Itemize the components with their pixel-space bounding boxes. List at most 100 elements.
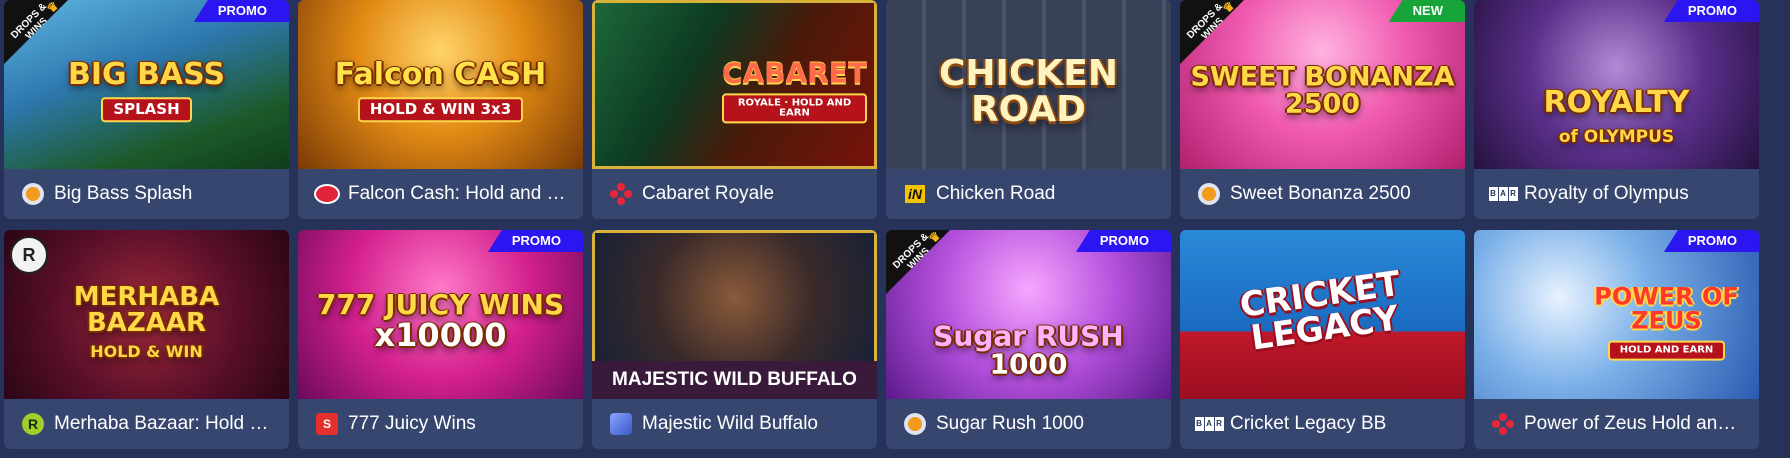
game-card-sugar-rush-1000[interactable]: ♛ DROPS & WINS PROMO Sugar RUSH 1000 Sugar… (886, 230, 1171, 449)
game-name: Cricket Legacy BB (1230, 413, 1387, 434)
drops-wins-ribbon: ♛ DROPS & WINS (886, 230, 950, 294)
art-subtitle: HOLD & WIN 3x3 (357, 96, 524, 122)
game-art-title: SWEET BONANZA 2500 (1180, 63, 1465, 117)
game-art-title: CABARET ROYALE · HOLD AND EARN (712, 55, 877, 123)
art-subtitle: 1000 (989, 347, 1068, 381)
game-thumbnail[interactable]: CABARET ROYALE · HOLD AND EARN (592, 0, 877, 169)
drops-wins-ribbon: ♛ DROPS & WINS (4, 0, 68, 64)
game-caption[interactable]: Power of Zeus Hold an… (1474, 399, 1759, 449)
game-card-majestic-wild-buffalo[interactable]: MAJESTIC WILD BUFFALO Majestic Wild Buff… (592, 230, 877, 449)
art-title-text: CRICKET LEGACY (1237, 263, 1403, 359)
game-grid: ♛ DROPS & WINS PROMO BIG BASS SPLASH Big B… (4, 0, 1759, 449)
game-art-title: ROYALTY of OLYMPUS (1474, 84, 1759, 148)
game-name: Merhaba Bazaar: Hold … (54, 413, 269, 434)
new-badge: NEW (1388, 0, 1465, 22)
art-subtitle: SPLASH (101, 96, 192, 122)
game-thumbnail[interactable]: CRICKET LEGACY (1180, 230, 1465, 399)
game-caption[interactable]: Cabaret Royale (592, 169, 877, 219)
game-thumbnail[interactable]: ♛ DROPS & WINS PROMO BIG BASS SPLASH (4, 0, 289, 169)
game-art-title: 777 JUICY WINS x10000 (298, 290, 583, 354)
game-caption[interactable]: Majestic Wild Buffalo (592, 399, 877, 449)
game-thumbnail[interactable]: PROMO ROYALTY of OLYMPUS (1474, 0, 1759, 169)
game-card-falcon-cash[interactable]: Falcon CASH HOLD & WIN 3x3 Falcon Cash: H… (298, 0, 583, 219)
art-subtitle: HOLD AND EARN (1607, 340, 1726, 361)
game-art-title: MERHABA BAZAAR HOLD & WIN (4, 283, 289, 361)
art-subtitle: MAJESTIC WILD BUFFALO (592, 361, 877, 399)
dots-provider-icon (1490, 413, 1516, 435)
art-title-text: SWEET BONANZA 2500 (1190, 60, 1455, 119)
game-name: Big Bass Splash (54, 183, 193, 204)
game-caption[interactable]: Sugar Rush 1000 (886, 399, 1171, 449)
art-title-text: Falcon CASH (334, 56, 547, 92)
r-logo-icon: R (10, 236, 48, 274)
drops-wins-ribbon: ♛ DROPS & WINS (1180, 0, 1244, 64)
square-provider-icon: S (314, 413, 340, 435)
art-subtitle: of OLYMPUS (1558, 126, 1675, 147)
pragmatic-play-icon (902, 413, 928, 435)
layer-provider-icon (608, 413, 634, 435)
bar-provider-icon: BAR (1194, 413, 1224, 435)
game-card-big-bass-splash[interactable]: ♛ DROPS & WINS PROMO BIG BASS SPLASH Big B… (4, 0, 289, 219)
game-thumbnail[interactable]: R MERHABA BAZAAR HOLD & WIN (4, 230, 289, 399)
game-name: Royalty of Olympus (1524, 183, 1689, 204)
game-thumbnail[interactable]: MAJESTIC WILD BUFFALO (592, 230, 877, 399)
game-card-sweet-bonanza-2500[interactable]: ♛ DROPS & WINS NEW SWEET BONANZA 2500 Swe… (1180, 0, 1465, 219)
art-title-text: CHICKEN ROAD (939, 52, 1118, 130)
game-art-title: CRICKET LEGACY (1180, 258, 1465, 365)
game-caption[interactable]: Big Bass Splash (4, 169, 289, 219)
inout-provider-icon: iN (902, 183, 928, 205)
game-art-title: Falcon CASH HOLD & WIN 3x3 (298, 56, 583, 122)
game-art-title: Sugar RUSH 1000 (886, 322, 1171, 381)
game-caption[interactable]: Sweet Bonanza 2500 (1180, 169, 1465, 219)
game-card-chicken-road[interactable]: CHICKEN ROAD iN Chicken Road (886, 0, 1171, 219)
art-title-text: ROYALTY (1543, 84, 1690, 120)
dots-provider-icon (608, 183, 634, 205)
game-card-cabaret-royale[interactable]: CABARET ROYALE · HOLD AND EARN Cabaret Ro… (592, 0, 877, 219)
art-title-text: CABARET (722, 55, 868, 89)
art-title-text: BIG BASS (67, 56, 226, 92)
game-thumbnail[interactable]: ♛ DROPS & WINS PROMO Sugar RUSH 1000 (886, 230, 1171, 399)
game-thumbnail[interactable]: CHICKEN ROAD (886, 0, 1171, 169)
game-name: Falcon Cash: Hold and … (348, 183, 566, 204)
art-subtitle: HOLD & WIN (90, 341, 203, 361)
game-thumbnail[interactable]: ♛ DROPS & WINS NEW SWEET BONANZA 2500 (1180, 0, 1465, 169)
promo-badge: PROMO (1663, 0, 1759, 22)
game-thumbnail[interactable]: PROMO POWER OF ZEUS HOLD AND EARN (1474, 230, 1759, 399)
game-art-title: CHICKEN ROAD (886, 52, 1171, 130)
game-art-title: POWER OF ZEUS HOLD AND EARN (1574, 282, 1759, 361)
game-art-title: BIG BASS SPLASH (4, 56, 289, 122)
promo-badge: PROMO (193, 0, 289, 22)
art-subtitle: ROYALE · HOLD AND EARN (722, 92, 867, 123)
game-card-777-juicy-wins[interactable]: PROMO 777 JUICY WINS x10000 S 777 Juicy W… (298, 230, 583, 449)
game-thumbnail[interactable]: Falcon CASH HOLD & WIN 3x3 (298, 0, 583, 169)
game-name: 777 Juicy Wins (348, 413, 476, 434)
promo-badge: PROMO (1075, 230, 1171, 252)
game-card-royalty-of-olympus[interactable]: PROMO ROYALTY of OLYMPUS BAR Royalty of O… (1474, 0, 1759, 219)
game-card-merhaba-bazaar[interactable]: R MERHABA BAZAAR HOLD & WIN R Merhaba Baz… (4, 230, 289, 449)
art-title-text: POWER OF ZEUS (1594, 282, 1739, 335)
pragmatic-play-icon (1196, 183, 1222, 205)
game-name: Power of Zeus Hold an… (1524, 413, 1737, 434)
game-caption[interactable]: R Merhaba Bazaar: Hold … (4, 399, 289, 449)
r-provider-icon: R (20, 413, 46, 435)
game-name: Chicken Road (936, 183, 1056, 204)
game-caption[interactable]: BAR Cricket Legacy BB (1180, 399, 1465, 449)
red-oval-provider-icon (314, 183, 340, 205)
pragmatic-play-icon (20, 183, 46, 205)
game-name: Sweet Bonanza 2500 (1230, 183, 1411, 204)
bar-provider-icon: BAR (1488, 183, 1518, 205)
art-subtitle: x10000 (374, 315, 507, 354)
game-card-power-of-zeus[interactable]: PROMO POWER OF ZEUS HOLD AND EARN Power o… (1474, 230, 1759, 449)
promo-badge: PROMO (487, 230, 583, 252)
game-caption[interactable]: BAR Royalty of Olympus (1474, 169, 1759, 219)
game-caption[interactable]: Falcon Cash: Hold and … (298, 169, 583, 219)
game-caption[interactable]: iN Chicken Road (886, 169, 1171, 219)
game-caption[interactable]: S 777 Juicy Wins (298, 399, 583, 449)
promo-badge: PROMO (1663, 230, 1759, 252)
game-card-cricket-legacy-bb[interactable]: CRICKET LEGACY BAR Cricket Legacy BB (1180, 230, 1465, 449)
art-title-text: MERHABA BAZAAR (73, 281, 220, 338)
game-name: Cabaret Royale (642, 183, 775, 204)
game-thumbnail[interactable]: PROMO 777 JUICY WINS x10000 (298, 230, 583, 399)
game-name: Sugar Rush 1000 (936, 413, 1084, 434)
game-name: Majestic Wild Buffalo (642, 413, 818, 434)
